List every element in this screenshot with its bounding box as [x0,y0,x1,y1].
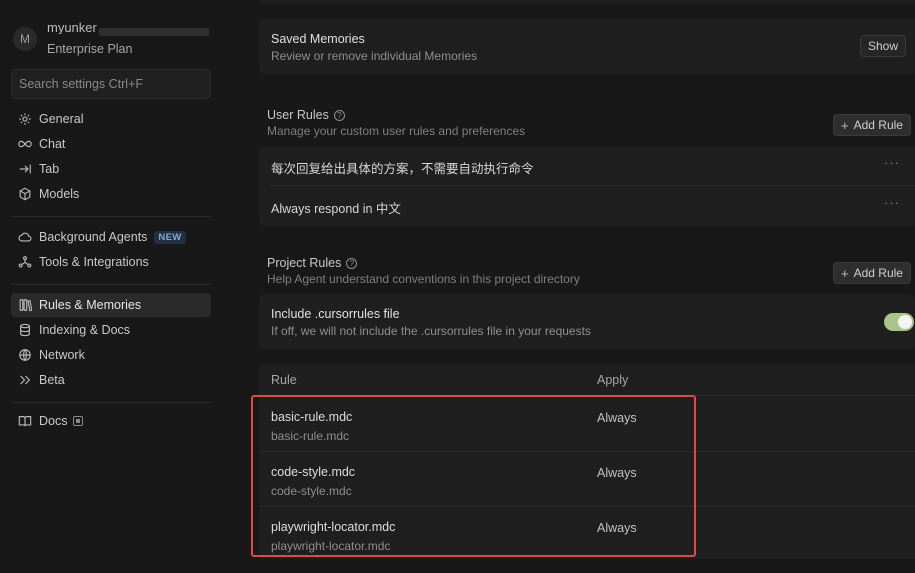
infinity-icon [18,137,32,151]
help-icon[interactable]: ? [346,258,358,269]
rule-file-name: playwright-locator.mdc [271,520,396,534]
sidebar-item-models[interactable]: Models [11,182,211,206]
external-link-icon [73,416,84,426]
sidebar-item-label: Chat [39,137,66,151]
sidebar-divider [11,284,211,285]
sidebar-item-tools[interactable]: Tools & Integrations [11,250,211,274]
user-profile[interactable]: M myunker Enterprise Plan [11,22,216,58]
rule-apply-mode: Always [597,466,637,480]
rule-file-path: code-style.mdc [271,484,352,498]
avatar: M [13,27,37,51]
column-header-apply: Apply [597,373,629,387]
gear-icon [18,112,32,126]
table-row[interactable]: basic-rule.mdc basic-rule.mdc Always [259,396,915,451]
sidebar-item-general[interactable]: General [11,107,211,131]
sidebar-item-label: Network [39,348,85,362]
user-plan: Enterprise Plan [47,42,133,56]
saved-memories-card: Saved Memories Review or remove individu… [259,18,915,74]
cursorrules-card: Include .cursorrules file If off, we wil… [259,294,915,350]
double-chevron-icon [18,373,32,387]
main-panel: Saved Memories Review or remove individu… [222,0,915,573]
sidebar-item-label: Docs [39,414,68,428]
user-name: myunker [47,22,97,34]
help-icon[interactable]: ? [333,110,345,121]
rule-file-path: basic-rule.mdc [271,429,350,443]
saved-memories-subtitle: Review or remove individual Memories [271,49,478,63]
sidebar-item-network[interactable]: Network [11,343,211,367]
sidebar-item-label: Tools & Integrations [39,255,149,269]
tab-arrow-icon [18,162,32,176]
sidebar-item-beta[interactable]: Beta [11,368,211,392]
sidebar-item-background-agents[interactable]: Background Agents NEW [11,225,211,249]
sidebar-item-tab[interactable]: Tab [11,157,211,181]
project-rules-table: Rule Apply basic-rule.mdc basic-rule.mdc… [259,364,915,559]
sidebar: M myunker Enterprise Plan General Chat T… [0,0,222,573]
user-rules-title: User Rules? [267,108,345,122]
more-options-icon[interactable]: ··· [884,195,900,210]
sidebar-item-rules-memories[interactable]: Rules & Memories [11,293,211,317]
sidebar-item-label: Rules & Memories [39,298,142,312]
add-rule-label: Add Rule [853,118,903,132]
globe-icon [18,348,32,362]
sidebar-item-docs[interactable]: Docs [11,409,211,433]
redacted-email [99,28,209,36]
table-row[interactable]: playwright-locator.mdc playwright-locato… [259,506,915,561]
add-project-rule-button[interactable]: + Add Rule [833,262,911,284]
previous-card-edge [259,0,915,4]
user-rule-row[interactable]: 每次回复给出具体的方案，不需要自动执行命令 ··· [259,146,915,186]
show-memories-button[interactable]: Show [860,35,907,57]
integrations-icon [18,255,32,269]
user-rule-row[interactable]: Always respond in 中文 ··· [259,186,915,226]
user-rule-text: Always respond in 中文 [271,202,401,216]
cloud-icon [18,230,32,244]
rule-apply-mode: Always [597,411,637,425]
sidebar-item-label: Beta [39,373,65,387]
settings-window: M myunker Enterprise Plan General Chat T… [0,0,915,573]
project-rules-subtitle: Help Agent understand conventions in thi… [267,272,580,286]
cursorrules-toggle[interactable] [884,313,914,331]
sidebar-divider [11,216,211,217]
sidebar-item-chat[interactable]: Chat [11,132,211,156]
cursorrules-subtitle: If off, we will not include the .cursorr… [271,324,591,338]
search-input[interactable] [11,69,211,99]
project-rules-title: Project Rules? [267,256,358,270]
user-rule-text: 每次回复给出具体的方案，不需要自动执行命令 [271,162,534,176]
cursorrules-title: Include .cursorrules file [271,307,400,321]
project-rules-title-text: Project Rules [267,256,342,270]
rule-file-name: basic-rule.mdc [271,410,353,424]
sidebar-item-indexing[interactable]: Indexing & Docs [11,318,211,342]
more-options-icon[interactable]: ··· [884,155,900,170]
user-rules-card: 每次回复给出具体的方案，不需要自动执行命令 ··· Always respond… [259,146,915,226]
add-user-rule-button[interactable]: + Add Rule [833,114,911,136]
rule-file-path: playwright-locator.mdc [271,539,391,553]
plus-icon: + [841,117,849,133]
rules-icon [18,298,32,312]
sidebar-item-label: Indexing & Docs [39,323,131,337]
database-icon [18,323,32,337]
sidebar-item-label: Models [39,187,80,201]
sidebar-item-label: Tab [39,162,60,176]
plus-icon: + [841,265,849,281]
saved-memories-title: Saved Memories [271,32,365,46]
add-rule-label: Add Rule [853,266,903,280]
sidebar-item-label: Background Agents [39,230,148,244]
cube-icon [18,187,32,201]
sidebar-divider [11,402,211,403]
user-rules-subtitle: Manage your custom user rules and prefer… [267,124,526,138]
rule-apply-mode: Always [597,521,637,535]
table-row[interactable]: code-style.mdc code-style.mdc Always [259,451,915,506]
column-header-rule: Rule [271,373,297,387]
user-rules-title-text: User Rules [267,108,329,122]
rule-file-name: code-style.mdc [271,465,356,479]
book-icon [18,414,32,428]
new-badge: NEW [154,230,186,244]
sidebar-item-label: General [39,112,84,126]
